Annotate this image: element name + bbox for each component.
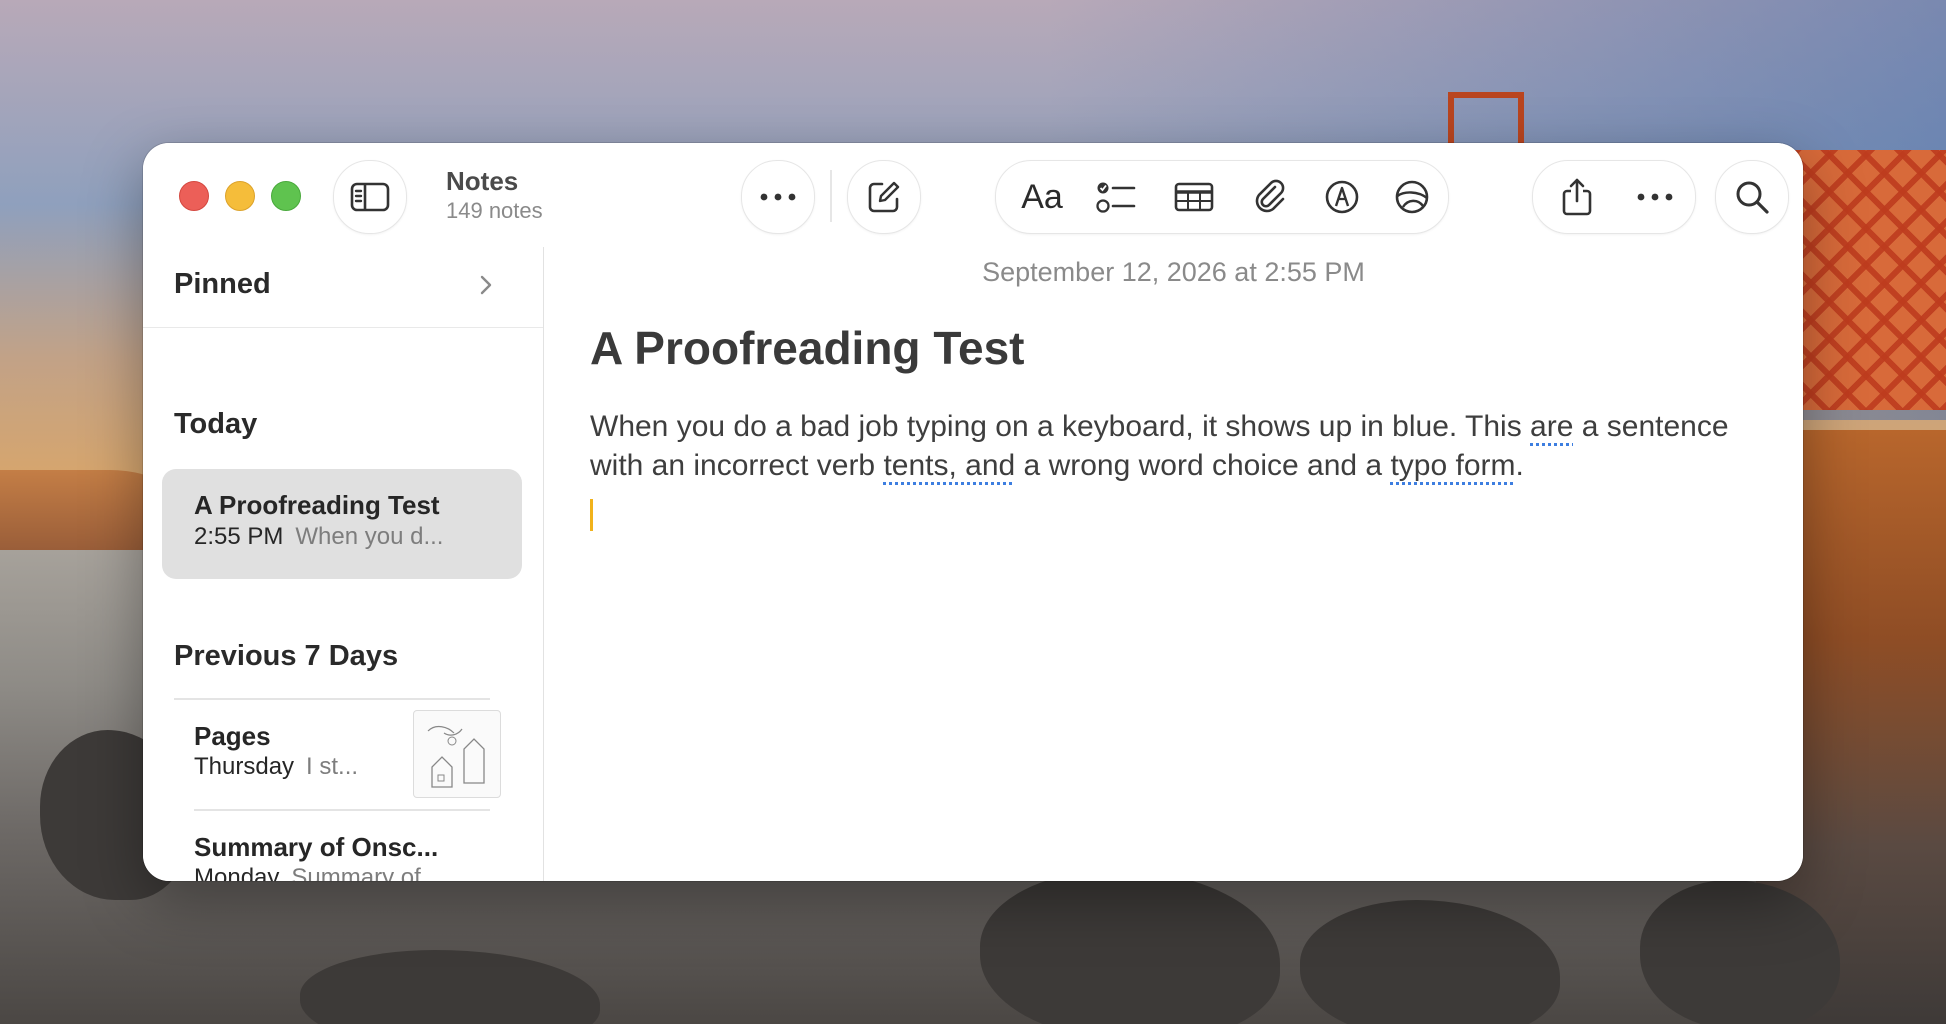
pen-tip-icon <box>1325 180 1359 214</box>
note-row-title: Summary of Onsc... <box>194 832 439 862</box>
note-body-text: a wrong word choice and a <box>1015 449 1391 482</box>
collaborate-button[interactable] <box>1382 161 1442 233</box>
chevron-right-icon <box>480 275 492 295</box>
new-note-button[interactable] <box>847 160 921 234</box>
notes-window: Notes 149 notes Aa Pinned Today A Proofr… <box>143 143 1803 881</box>
list-options-button[interactable] <box>741 160 815 234</box>
compose-icon <box>868 181 900 213</box>
attachment-button[interactable] <box>1240 161 1300 233</box>
notes-list-sidebar: Pinned Today A Proofreading Test 2:55 PM… <box>143 247 544 881</box>
note-body[interactable]: When you do a bad job typing on a keyboa… <box>590 407 1770 485</box>
note-row-meta: Thursday I st... <box>194 753 358 781</box>
note-row-time: Thursday <box>194 753 295 780</box>
search-button[interactable] <box>1715 160 1789 234</box>
format-toolbar-group: Aa <box>995 160 1449 234</box>
table-icon <box>1174 182 1214 212</box>
pinned-label: Pinned <box>174 268 271 300</box>
section-previous-7-days-label: Previous 7 Days <box>174 640 399 672</box>
note-row-time: Monday <box>194 864 280 881</box>
checklist-icon <box>1096 182 1136 213</box>
note-editor[interactable]: September 12, 2026 at 2:55 PM A Proofrea… <box>544 247 1803 881</box>
note-row-time: 2:55 PM <box>194 523 284 550</box>
note-row-preview: Summary of... <box>291 864 441 881</box>
more-icon <box>1637 193 1673 201</box>
share-button[interactable] <box>1545 161 1609 233</box>
markup-button[interactable] <box>1312 161 1372 233</box>
table-button[interactable] <box>1164 161 1224 233</box>
note-row-meta: 2:55 PM When you d... <box>194 523 443 551</box>
grammar-error[interactable]: are <box>1530 410 1573 443</box>
note-row-title: A Proofreading Test <box>194 490 440 520</box>
note-row-preview: I st... <box>306 753 359 780</box>
zoom-window-button[interactable] <box>271 181 301 211</box>
toolbar: Notes 149 notes Aa <box>143 143 1803 248</box>
format-text-button[interactable]: Aa <box>1008 161 1076 233</box>
note-date: September 12, 2026 at 2:55 PM <box>982 257 1365 287</box>
checklist-button[interactable] <box>1086 161 1146 233</box>
mind-map-icon <box>1395 180 1429 214</box>
wallpaper-bridge <box>1786 150 1946 410</box>
note-title[interactable]: A Proofreading Test <box>590 321 1024 375</box>
search-icon <box>1736 181 1769 214</box>
more-icon <box>760 193 796 201</box>
app-title: Notes <box>446 166 519 196</box>
toggle-sidebar-button[interactable] <box>333 160 407 234</box>
note-options-button[interactable] <box>1623 161 1687 233</box>
share-more-group <box>1532 160 1696 234</box>
note-thumbnail <box>413 710 501 798</box>
text-caret <box>590 499 593 531</box>
note-body-text: When you do a bad job typing on a keyboa… <box>590 410 1531 443</box>
sketch-thumbnail-icon <box>427 725 485 788</box>
share-icon <box>1562 178 1592 216</box>
note-row-preview: When you d... <box>295 523 444 550</box>
note-row-meta: Monday Summary of... <box>194 864 441 881</box>
close-window-button[interactable] <box>179 181 209 211</box>
note-body-text: . <box>1515 449 1524 482</box>
format-text-label: Aa <box>1021 177 1063 216</box>
grammar-error[interactable]: typo form <box>1390 449 1515 482</box>
pinned-section-header[interactable]: Pinned <box>143 247 543 328</box>
section-today-label: Today <box>174 408 258 440</box>
grammar-error[interactable]: tents, and <box>883 449 1015 482</box>
minimize-window-button[interactable] <box>225 181 255 211</box>
window-title-block: Notes 149 notes <box>446 165 543 225</box>
notes-count: 149 notes <box>446 198 543 223</box>
sidebar-icon <box>350 182 390 212</box>
note-row-title: Pages <box>194 721 271 751</box>
toolbar-divider <box>830 170 832 222</box>
paperclip-icon <box>1255 179 1285 213</box>
desktop-wallpaper: Notes 149 notes Aa Pinned Today A Proofr… <box>0 0 1946 1024</box>
